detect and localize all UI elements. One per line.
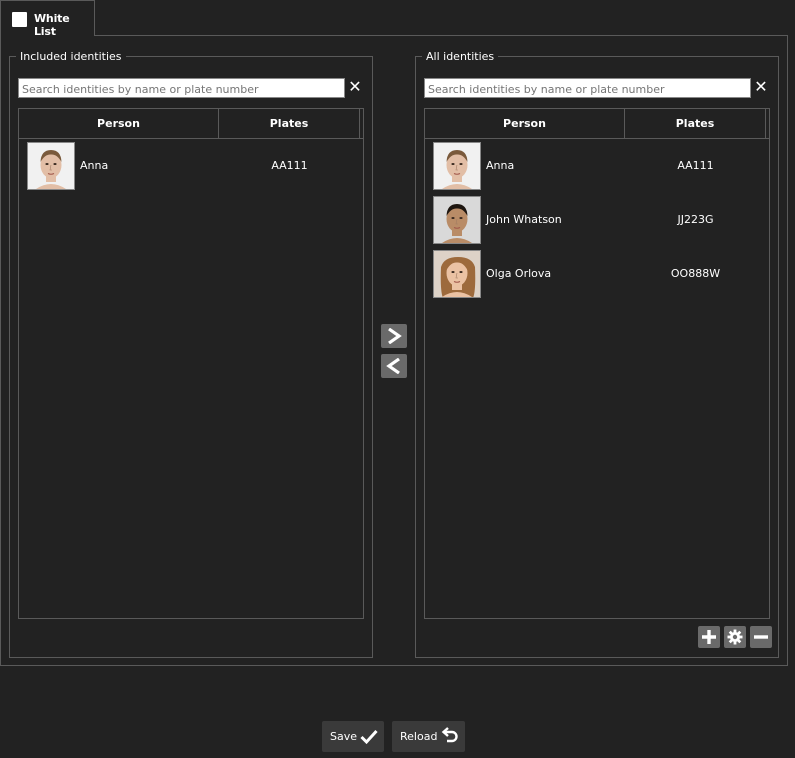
table-row[interactable]: Olga Orlova OO888W: [425, 247, 769, 301]
included-search: ✕: [18, 77, 364, 98]
tab-label: White List: [34, 12, 70, 38]
person-name: Olga Orlova: [486, 267, 552, 280]
minus-icon: [754, 635, 768, 639]
included-search-input[interactable]: [18, 78, 345, 98]
person-name: John Whatson: [486, 213, 562, 226]
table-row[interactable]: John Whatson JJ223G: [425, 193, 769, 247]
all-table: Person Plates Anna AA111 John Whatson JJ…: [424, 108, 770, 619]
tab-checkbox[interactable]: [12, 12, 27, 27]
table-row[interactable]: Anna AA111: [19, 139, 363, 193]
checkmark-icon: [360, 729, 378, 745]
chevron-left-icon: [386, 358, 400, 374]
all-identities-legend: All identities: [426, 50, 495, 63]
tab-white-list[interactable]: White List: [0, 0, 95, 38]
table-row[interactable]: Anna AA111: [425, 139, 769, 193]
reload-label: Reload: [400, 730, 438, 743]
plate-number: AA111: [677, 159, 714, 172]
chevron-right-icon: [388, 328, 402, 344]
included-identities-legend: Included identities: [20, 50, 122, 63]
person-name: Anna: [80, 159, 109, 172]
undo-icon: [441, 727, 458, 743]
column-plates[interactable]: Plates: [219, 109, 360, 138]
table-header: Person Plates: [19, 109, 363, 139]
add-to-included-button[interactable]: [381, 324, 407, 348]
reload-button[interactable]: Reload: [392, 721, 465, 752]
edit-identity-button[interactable]: [724, 626, 746, 648]
add-identity-button[interactable]: [698, 626, 720, 648]
plate-number: JJ223G: [677, 213, 714, 226]
plate-number: OO888W: [670, 267, 721, 280]
avatar: [433, 250, 481, 298]
gear-icon: [727, 629, 743, 645]
avatar: [433, 142, 481, 190]
all-search: ✕: [424, 77, 770, 98]
all-search-input[interactable]: [424, 78, 751, 98]
person-name: Anna: [486, 159, 515, 172]
column-person[interactable]: Person: [425, 109, 625, 138]
save-label: Save: [330, 730, 358, 743]
included-table: Person Plates Anna AA111: [18, 108, 364, 619]
remove-identity-button[interactable]: [750, 626, 772, 648]
column-plates[interactable]: Plates: [625, 109, 766, 138]
save-button[interactable]: Save: [322, 721, 384, 752]
table-header: Person Plates: [425, 109, 769, 139]
plus-icon: [702, 630, 716, 644]
avatar: [27, 142, 75, 190]
close-icon[interactable]: ✕: [754, 77, 768, 97]
column-person[interactable]: Person: [19, 109, 219, 138]
close-icon[interactable]: ✕: [348, 77, 362, 97]
remove-from-included-button[interactable]: [381, 354, 407, 378]
plate-number: AA111: [271, 159, 308, 172]
avatar: [433, 196, 481, 244]
